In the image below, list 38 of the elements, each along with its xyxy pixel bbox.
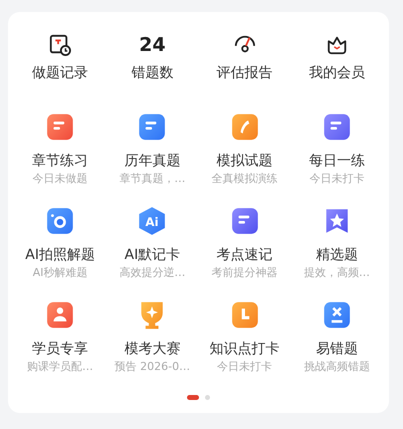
tool-subtitle: 挑战高频错题 xyxy=(304,359,370,375)
crown-icon[interactable] xyxy=(326,34,348,56)
tool-subtitle: 今日未打卡 xyxy=(217,359,272,375)
tool-subtitle: 今日未做题 xyxy=(32,171,88,187)
stat-label[interactable]: 错题数 xyxy=(131,64,174,82)
tool-subtitle: 全真模拟演练 xyxy=(212,171,278,187)
tool-subtitle: 今日未打卡 xyxy=(309,171,364,187)
document-icon[interactable] xyxy=(137,112,168,142)
tool-title[interactable]: 学员专享 xyxy=(32,340,88,359)
tool-subtitle: 提效，高频… xyxy=(304,265,370,281)
tool-subtitle: 章节真题，… xyxy=(119,171,186,187)
tool-title[interactable]: 考点速记 xyxy=(216,246,273,265)
tool-title[interactable]: 精选题 xyxy=(316,246,358,265)
stat-label[interactable]: 我的会员 xyxy=(308,64,365,82)
document-icon[interactable] xyxy=(45,112,76,142)
tool-title[interactable]: 知识点打卡 xyxy=(210,340,280,359)
tool-title[interactable]: 每日一练 xyxy=(308,152,365,171)
tool-title[interactable]: 模拟试题 xyxy=(216,152,273,171)
stat-label[interactable]: 做题记录 xyxy=(32,64,88,82)
tool-title[interactable]: 模考大赛 xyxy=(124,340,180,359)
stat-label[interactable]: 评估报告 xyxy=(216,64,273,82)
tool-subtitle: 高效提分逆… xyxy=(119,265,186,281)
tool-title[interactable]: 历年真题 xyxy=(124,152,180,171)
record-clock-icon[interactable] xyxy=(49,34,72,56)
camera-icon[interactable] xyxy=(45,206,76,236)
tool-title[interactable]: 章节练习 xyxy=(32,152,88,171)
document-icon[interactable] xyxy=(230,206,260,236)
cross-icon[interactable] xyxy=(322,300,352,330)
tool-subtitle: 考前提分神器 xyxy=(212,265,278,281)
tool-subtitle: AI秒解难题 xyxy=(32,265,88,281)
person-icon[interactable] xyxy=(45,300,76,330)
tool-title[interactable]: 易错题 xyxy=(316,340,358,359)
tool-subtitle: 预告 2026-0… xyxy=(114,359,190,375)
mistake-count[interactable]: 24 xyxy=(139,32,166,58)
tool-title[interactable]: AI默记卡 xyxy=(124,246,180,265)
tool-title[interactable]: AI拍照解题 xyxy=(25,246,95,265)
clock-icon[interactable] xyxy=(230,300,260,330)
tool-subtitle: 购课学员配… xyxy=(27,359,94,375)
